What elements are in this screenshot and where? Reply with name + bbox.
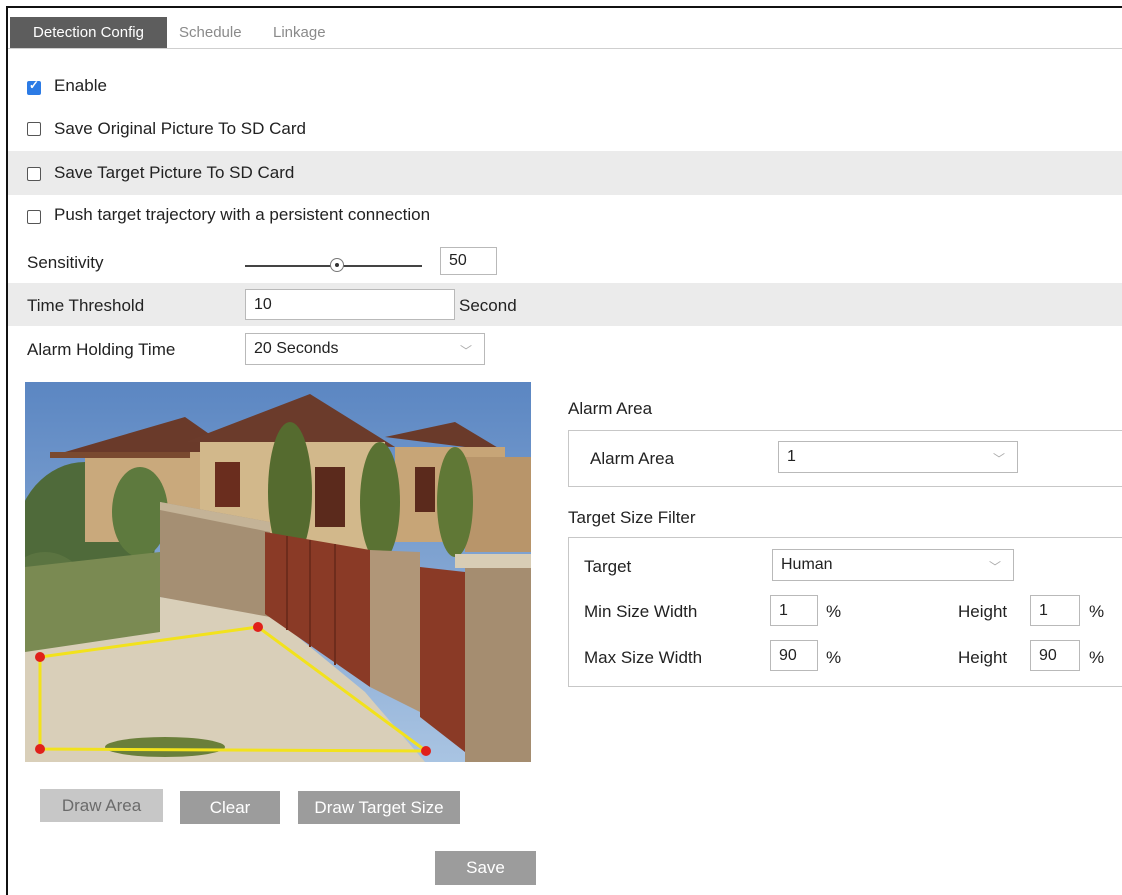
alarm-area-label: Alarm Area (590, 449, 675, 468)
alarm-holding-label: Alarm Holding Time (27, 340, 176, 359)
save-original-checkbox[interactable] (27, 122, 41, 136)
tab-bar: Detection Config Schedule Linkage (8, 14, 1122, 49)
target-label: Target (584, 557, 632, 576)
tab-linkage[interactable]: Linkage (273, 18, 326, 47)
push-trajectory-label: Push target trajectory with a persistent… (54, 205, 431, 224)
max-size-height-input[interactable]: 90 (1030, 640, 1080, 671)
time-threshold-unit: Second (459, 296, 517, 315)
alarm-area-section-title: Alarm Area (568, 399, 653, 418)
camera-preview[interactable] (25, 382, 531, 762)
tab-detection-config[interactable]: Detection Config (10, 17, 167, 48)
save-original-row: Save Original Picture To SD Card (8, 107, 1122, 151)
enable-row: Enable (8, 64, 1122, 108)
tab-schedule[interactable]: Schedule (179, 18, 242, 47)
target-select[interactable]: Human ﹀ (772, 549, 1014, 581)
time-threshold-row (8, 283, 1122, 326)
sensitivity-slider-handle[interactable] (330, 258, 344, 272)
max-size-width-input[interactable]: 90 (770, 640, 818, 671)
chevron-down-icon: ﹀ (988, 560, 1001, 574)
draw-area-button[interactable]: Draw Area (40, 789, 163, 822)
enable-label: Enable (54, 76, 107, 95)
min-height-percent: % (1089, 602, 1105, 621)
save-button[interactable]: Save (435, 851, 536, 885)
save-target-row: Save Target Picture To SD Card (8, 151, 1122, 195)
chevron-down-icon: ﹀ (459, 344, 472, 358)
time-threshold-label: Time Threshold (27, 296, 145, 315)
push-trajectory-row: Push target trajectory with a persistent… (8, 195, 1122, 239)
max-size-width-label: Max Size Width (584, 648, 703, 667)
max-height-percent: % (1089, 648, 1105, 667)
max-width-percent: % (826, 648, 842, 667)
clear-button[interactable]: Clear (180, 791, 280, 824)
min-size-height-input[interactable]: 1 (1030, 595, 1080, 626)
chevron-down-icon: ﹀ (992, 452, 1005, 466)
min-width-percent: % (826, 602, 842, 621)
alarm-area-select[interactable]: 1 ﹀ (778, 441, 1018, 473)
push-trajectory-checkbox[interactable] (27, 210, 41, 224)
alarm-holding-value: 20 Seconds (254, 340, 339, 357)
enable-checkbox[interactable] (27, 78, 41, 95)
time-threshold-input[interactable]: 10 (245, 289, 455, 320)
alarm-area-value: 1 (787, 448, 796, 465)
max-height-label: Height (958, 648, 1008, 667)
alarm-holding-select[interactable]: 20 Seconds ﹀ (245, 333, 485, 365)
save-target-label: Save Target Picture To SD Card (54, 163, 295, 182)
sensitivity-input[interactable]: 50 (440, 247, 497, 275)
draw-target-size-button[interactable]: Draw Target Size (298, 791, 460, 824)
target-size-filter-title: Target Size Filter (568, 508, 696, 527)
sensitivity-label: Sensitivity (27, 253, 104, 272)
min-size-width-label: Min Size Width (584, 602, 698, 621)
min-size-width-input[interactable]: 1 (770, 595, 818, 626)
target-value: Human (781, 556, 833, 573)
save-original-label: Save Original Picture To SD Card (54, 119, 306, 138)
save-target-checkbox[interactable] (27, 167, 41, 181)
min-height-label: Height (958, 602, 1008, 621)
camera-scene-image (25, 382, 531, 762)
